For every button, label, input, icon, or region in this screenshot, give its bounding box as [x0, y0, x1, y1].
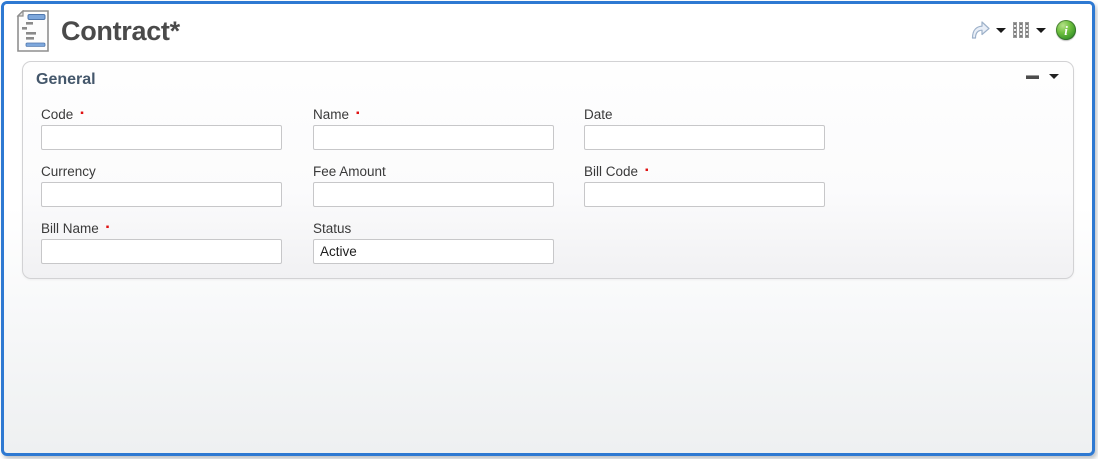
field-label: Date — [584, 107, 613, 122]
required-marker: ▪ — [645, 165, 649, 176]
field-label: Code — [41, 107, 73, 122]
navigate-arrow-icon — [969, 20, 991, 40]
section-controls — [1026, 74, 1059, 79]
column-chooser-button[interactable] — [1013, 22, 1046, 38]
bill-name-input[interactable] — [41, 239, 282, 264]
field-code: Code ▪ — [41, 107, 282, 150]
field-date: Date — [584, 107, 825, 150]
field-bill-code: Bill Code ▪ — [584, 164, 825, 207]
bill-code-input[interactable] — [584, 182, 825, 207]
contract-document-icon — [14, 10, 52, 52]
column-chooser-icon — [1013, 22, 1031, 38]
page-title: Contract* — [61, 16, 180, 47]
general-form: Code ▪ Name ▪ Date Currency Fee Amount — [23, 100, 1073, 264]
section-title: General — [36, 71, 96, 89]
general-section-header: General — [23, 62, 1073, 100]
name-input[interactable] — [313, 125, 554, 150]
date-input[interactable] — [584, 125, 825, 150]
currency-input[interactable] — [41, 182, 282, 207]
window-header: Contract* i — [4, 4, 1092, 58]
field-name: Name ▪ — [313, 107, 554, 150]
field-status: Status — [313, 221, 554, 264]
chevron-down-icon — [996, 28, 1006, 33]
navigate-arrow-button[interactable] — [969, 20, 1006, 40]
field-fee-amount: Fee Amount — [313, 164, 554, 207]
screenshot-stage: Contract* i Genera — [0, 0, 1098, 459]
header-toolbar: i — [969, 20, 1076, 40]
field-label: Bill Name — [41, 221, 99, 236]
field-label: Name — [313, 107, 349, 122]
field-label: Bill Code — [584, 164, 638, 179]
required-marker: ▪ — [356, 108, 360, 119]
field-label: Status — [313, 221, 351, 236]
field-label: Fee Amount — [313, 164, 386, 179]
chevron-down-icon — [1036, 28, 1046, 33]
section-menu-button[interactable] — [1049, 74, 1059, 79]
info-icon[interactable]: i — [1056, 20, 1076, 40]
status-input[interactable] — [313, 239, 554, 264]
field-label: Currency — [41, 164, 96, 179]
code-input[interactable] — [41, 125, 282, 150]
contract-window: Contract* i Genera — [1, 1, 1095, 456]
required-marker: ▪ — [106, 222, 110, 233]
field-currency: Currency — [41, 164, 282, 207]
field-bill-name: Bill Name ▪ — [41, 221, 282, 264]
collapse-minus-icon[interactable] — [1026, 75, 1039, 79]
general-section: General Code▪ Name▪ D — [22, 61, 1074, 279]
required-marker: ▪ — [80, 108, 84, 119]
fee-amount-input[interactable] — [313, 182, 554, 207]
chevron-down-icon — [1049, 74, 1059, 79]
